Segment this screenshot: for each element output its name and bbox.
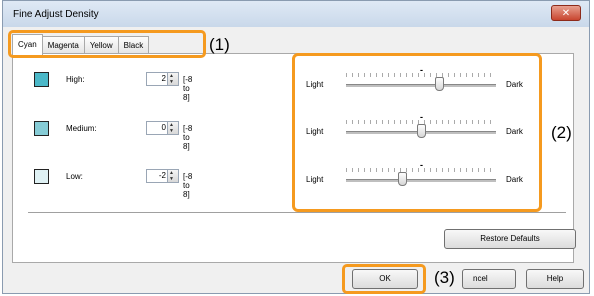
high-spinbox[interactable]: 2 ▲ ▼ <box>146 72 179 86</box>
callout-label-3: (3) <box>434 268 457 288</box>
dialog-title: Fine Adjust Density <box>13 9 99 20</box>
color-swatch-low <box>34 169 49 184</box>
callout-label-1: (1) <box>209 35 230 54</box>
high-spin-buttons[interactable]: ▲ ▼ <box>167 73 178 85</box>
low-spinbox[interactable]: -2 ▲ ▼ <box>146 169 179 183</box>
medium-value: 0 <box>161 123 166 132</box>
callout-label-2: (2) <box>551 123 572 142</box>
row-label-medium: Medium: <box>66 124 97 133</box>
medium-spin-buttons[interactable]: ▲ ▼ <box>167 122 178 134</box>
panel-divider <box>28 212 566 213</box>
row-label-high: High: <box>66 75 85 84</box>
medium-range: [-8 to 8] <box>183 124 193 151</box>
callout-box-ok <box>342 264 426 294</box>
low-spin-buttons[interactable]: ▲ ▼ <box>167 170 178 182</box>
help-button[interactable]: Help <box>526 269 584 289</box>
high-range: [-8 to 8] <box>183 75 193 102</box>
high-value: 2 <box>161 74 166 83</box>
cancel-button[interactable]: ncel <box>462 269 516 289</box>
low-value: -2 <box>158 171 166 180</box>
close-button[interactable]: ✕ <box>551 5 581 21</box>
callout-box-tabs <box>8 30 206 58</box>
title-bar: Fine Adjust Density ✕ <box>3 1 589 27</box>
row-label-low: Low: <box>66 172 83 181</box>
color-swatch-high <box>34 72 49 87</box>
low-range: [-8 to 8] <box>183 172 193 199</box>
callout-box-sliders <box>292 53 542 212</box>
restore-defaults-button[interactable]: Restore Defaults <box>444 229 576 249</box>
medium-spinbox[interactable]: 0 ▲ ▼ <box>146 121 179 135</box>
color-swatch-medium <box>34 121 49 136</box>
